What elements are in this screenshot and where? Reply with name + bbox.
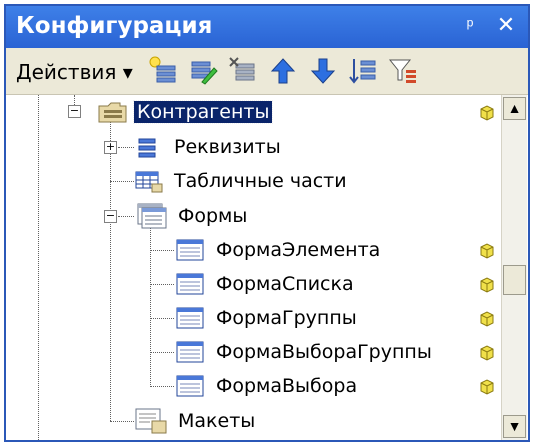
tree-node-form[interactable]: ФормаВыбора [6, 371, 500, 401]
tree-node-form[interactable]: ФормаГруппы [6, 303, 500, 333]
move-up-icon[interactable] [268, 56, 298, 86]
window-title: Конфигурация [16, 13, 213, 39]
tree-node-form[interactable]: ФормаСписка [6, 269, 500, 299]
tree-node-label: Макеты [178, 410, 256, 432]
filter-icon[interactable] [388, 56, 418, 86]
tree-branch [110, 181, 134, 182]
tree-branch [150, 318, 174, 319]
form-icon [176, 239, 204, 261]
tree-node-label: ФормаЭлемента [216, 239, 381, 261]
configuration-window: Конфигурация ᵖ ✕ Действия ▾ − Контрагент… [4, 4, 530, 442]
collapse-toggle[interactable]: − [68, 105, 81, 118]
collapse-toggle[interactable]: − [104, 210, 117, 223]
tree-node-form[interactable]: ФормаЭлемента [6, 235, 500, 265]
toolbar: Действия ▾ [6, 48, 528, 95]
tree-branch [118, 147, 134, 148]
pin-icon[interactable]: ᵖ [456, 11, 484, 39]
form-icon [176, 307, 204, 329]
support-cube-icon [480, 105, 494, 121]
edit-icon[interactable] [188, 56, 218, 86]
attributes-icon [138, 138, 156, 158]
scroll-down-button[interactable]: ▼ [503, 415, 526, 438]
forms-icon [137, 203, 167, 229]
delete-icon[interactable] [228, 56, 258, 86]
tree-node-label: ФормаВыбораГруппы [216, 341, 432, 363]
tree-branch [150, 284, 174, 285]
actions-menu-button[interactable]: Действия ▾ [16, 60, 133, 84]
support-cube-icon [480, 379, 494, 395]
form-icon [176, 341, 204, 363]
catalog-icon [98, 102, 127, 123]
tree-node-label: ФормаГруппы [216, 307, 357, 329]
metadata-tree: − Контрагенты + Реквизиты Табличные част… [6, 95, 500, 440]
tree-node-attributes[interactable]: + Реквизиты [6, 132, 500, 162]
support-cube-icon [480, 345, 494, 361]
tree-node-templates[interactable]: Макеты [6, 406, 500, 436]
scroll-up-button[interactable]: ▲ [503, 97, 526, 120]
tree-node-forms[interactable]: − Формы [6, 201, 500, 231]
tree-node-label: ФормаВыбора [216, 375, 358, 397]
tree-branch [150, 352, 174, 353]
form-icon [176, 375, 204, 397]
title-bar: Конфигурация ᵖ ✕ [6, 6, 528, 48]
tree-node-label: ФормаСписка [216, 273, 354, 295]
tree-node-form[interactable]: ФормаВыбораГруппы [6, 337, 500, 367]
add-icon[interactable] [148, 56, 178, 86]
tree-branch [150, 386, 174, 387]
tree-branch [150, 250, 174, 251]
vertical-scrollbar[interactable]: ▲ ▼ [501, 95, 527, 440]
tree-node-label: Формы [178, 205, 248, 227]
tabular-sections-icon [135, 171, 163, 193]
form-icon [176, 273, 204, 295]
tree-node-label: Реквизиты [174, 136, 281, 158]
tree-branch [118, 216, 134, 217]
close-button[interactable]: ✕ [492, 11, 520, 39]
sort-icon[interactable] [348, 56, 378, 86]
support-cube-icon [480, 243, 494, 259]
expand-toggle[interactable]: + [104, 141, 117, 154]
support-cube-icon [480, 277, 494, 293]
tree-node-catalog[interactable]: − Контрагенты [6, 97, 500, 127]
support-cube-icon [480, 311, 494, 327]
move-down-icon[interactable] [308, 56, 338, 86]
tree-branch [110, 421, 134, 422]
tree-node-tabular-sections[interactable]: Табличные части [6, 166, 500, 196]
tree-node-label: Табличные части [174, 170, 347, 192]
scroll-thumb[interactable] [503, 265, 526, 295]
templates-icon [135, 408, 167, 434]
tree-node-label: Контрагенты [132, 100, 274, 124]
